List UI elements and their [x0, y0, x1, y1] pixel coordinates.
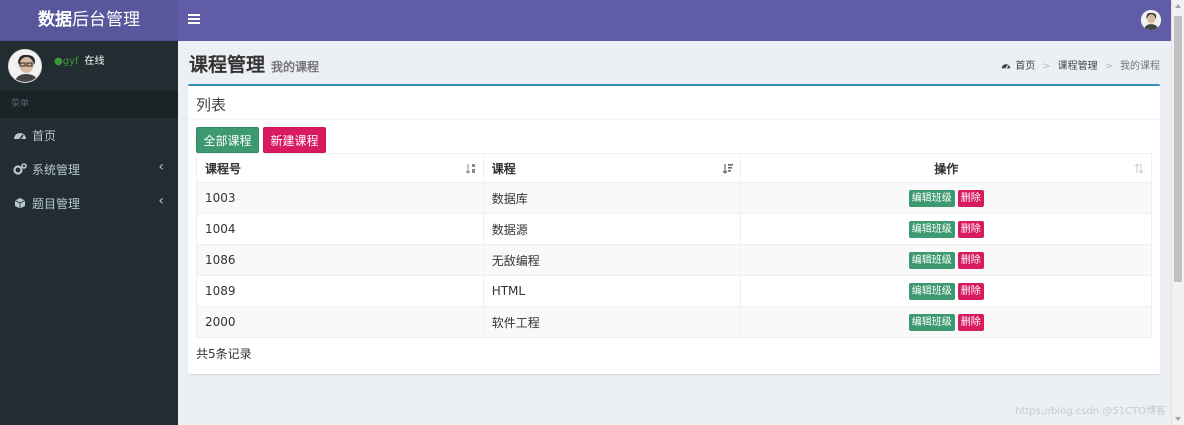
dashboard-icon: [14, 133, 26, 140]
column-header-actions[interactable]: 操作: [740, 153, 1152, 183]
edit-class-button[interactable]: 编辑班级: [908, 313, 955, 331]
table-row: 1003 数据库 编辑班级 删除: [196, 182, 1152, 214]
course-id-cell: 1086: [196, 244, 484, 276]
user-avatar-image: [1141, 10, 1161, 30]
user-status: 在线: [84, 56, 105, 67]
actions-cell: 编辑班级 删除: [740, 306, 1152, 338]
sort-icon: [1134, 163, 1144, 174]
logo-text: 后台管理: [72, 10, 140, 30]
course-id-cell: 1003: [196, 182, 484, 214]
delete-button[interactable]: 删除: [957, 282, 984, 300]
actions-cell: 编辑班级 删除: [740, 244, 1152, 276]
course-name-cell: 数据源: [482, 213, 742, 245]
sidebar-item-questions[interactable]: 题目管理 ‹: [0, 186, 178, 220]
sort-amount-desc-icon: [723, 164, 734, 174]
logo-bold-text: 数据: [38, 10, 72, 30]
menu-header: 菜单: [0, 91, 178, 118]
breadcrumb-section[interactable]: 课程管理: [1058, 61, 1098, 72]
user-avatar-image: [9, 50, 41, 82]
edit-class-button[interactable]: 编辑班级: [908, 282, 955, 300]
watermark: https://blog.csdn.@51CTO博客: [1015, 406, 1166, 417]
edit-class-button[interactable]: 编辑班级: [908, 220, 955, 238]
user-avatar[interactable]: [8, 49, 42, 83]
course-id-cell: 1004: [196, 213, 484, 245]
box-title: 列表: [196, 96, 227, 114]
user-info: ●gyf 在线: [54, 52, 105, 67]
delete-button[interactable]: 删除: [957, 313, 984, 331]
scrollbar-thumb[interactable]: [1174, 16, 1182, 282]
table-row: 2000 软件工程 编辑班级 删除: [196, 306, 1152, 338]
cube-icon: [14, 198, 26, 209]
sidebar-item-system[interactable]: 系统管理 ‹: [0, 152, 178, 186]
sidebar-item-label: 系统管理: [32, 163, 81, 177]
edit-class-button[interactable]: 编辑班级: [908, 189, 955, 207]
breadcrumb-current: 我的课程: [1120, 61, 1160, 72]
sidebar-item-home[interactable]: 首页: [0, 118, 178, 152]
delete-button[interactable]: 删除: [957, 220, 984, 238]
column-header-label: 课程: [491, 161, 516, 176]
actions-cell: 编辑班级 删除: [740, 275, 1152, 307]
gears-icon: [13, 163, 27, 175]
actions-cell: 编辑班级 删除: [740, 182, 1152, 214]
scroll-down-icon[interactable]: [1175, 417, 1181, 421]
course-name-cell: 无敌编程: [482, 244, 742, 276]
online-status-dot: ●: [54, 56, 63, 67]
scroll-up-icon[interactable]: [1175, 4, 1181, 8]
breadcrumb-separator: >: [1042, 61, 1051, 72]
all-courses-button[interactable]: 全部课程: [196, 127, 259, 153]
course-name-cell: 数据库: [482, 182, 742, 214]
delete-button[interactable]: 删除: [957, 251, 984, 269]
table-row: 1089 HTML 编辑班级 删除: [196, 275, 1152, 307]
sidebar-toggle-icon[interactable]: [188, 14, 200, 25]
dashboard-icon: [1001, 64, 1011, 69]
table-row: 1086 无敌编程 编辑班级 删除: [196, 244, 1152, 276]
column-header-label: 操作: [934, 161, 959, 176]
record-count: 共5条记录: [196, 347, 252, 361]
new-course-button[interactable]: 新建课程: [263, 127, 326, 153]
vertical-scrollbar[interactable]: [1171, 0, 1184, 425]
top-navbar: [178, 0, 1171, 41]
chevron-left-icon: ‹: [158, 193, 164, 209]
edit-class-button[interactable]: 编辑班级: [908, 251, 955, 269]
page-title: 课程管理 我的课程: [189, 50, 319, 77]
column-header-label: 课程号: [205, 161, 242, 176]
app-logo[interactable]: 数据后台管理: [0, 0, 178, 41]
user-name: gyf: [62, 56, 79, 67]
course-name-cell: 软件工程: [482, 306, 742, 338]
column-header-course[interactable]: 课程: [482, 153, 742, 183]
column-header-course-id[interactable]: 课程号: [196, 153, 484, 183]
page-title-text: 课程管理: [189, 54, 266, 76]
sidebar-item-label: 首页: [32, 129, 57, 143]
page-subtitle: 我的课程: [271, 60, 320, 74]
table-header-row: 课程号 课程 操作: [196, 153, 1152, 183]
actions-cell: 编辑班级 删除: [740, 213, 1152, 245]
breadcrumb-home[interactable]: 首页: [1015, 61, 1035, 72]
course-list-box: 列表 全部课程 新建课程 课程号 课程 操作 1003 数据库 编辑班级 删除 …: [188, 84, 1160, 374]
top-user-avatar[interactable]: [1141, 10, 1161, 30]
chevron-left-icon: ‹: [158, 159, 164, 175]
course-id-cell: 2000: [196, 306, 484, 338]
delete-button[interactable]: 删除: [957, 189, 984, 207]
breadcrumb-separator: >: [1104, 61, 1113, 72]
sidebar-item-label: 题目管理: [32, 197, 81, 211]
course-id-cell: 1089: [196, 275, 484, 307]
divider: [188, 119, 1160, 120]
breadcrumb: 首页 > 课程管理 > 我的课程: [1001, 57, 1160, 72]
sort-numeric-asc-icon: [465, 164, 475, 174]
table-row: 1004 数据源 编辑班级 删除: [196, 213, 1152, 245]
sidebar: 数据后台管理 ●gyf 在线 菜单 首页 系统管理 ‹ 题目管理 ‹: [0, 0, 178, 425]
user-panel: ●gyf 在线: [0, 41, 178, 91]
course-name-cell: HTML: [482, 275, 742, 307]
course-table: 课程号 课程 操作 1003 数据库 编辑班级 删除 1004 数据源 编辑班级…: [196, 153, 1152, 338]
